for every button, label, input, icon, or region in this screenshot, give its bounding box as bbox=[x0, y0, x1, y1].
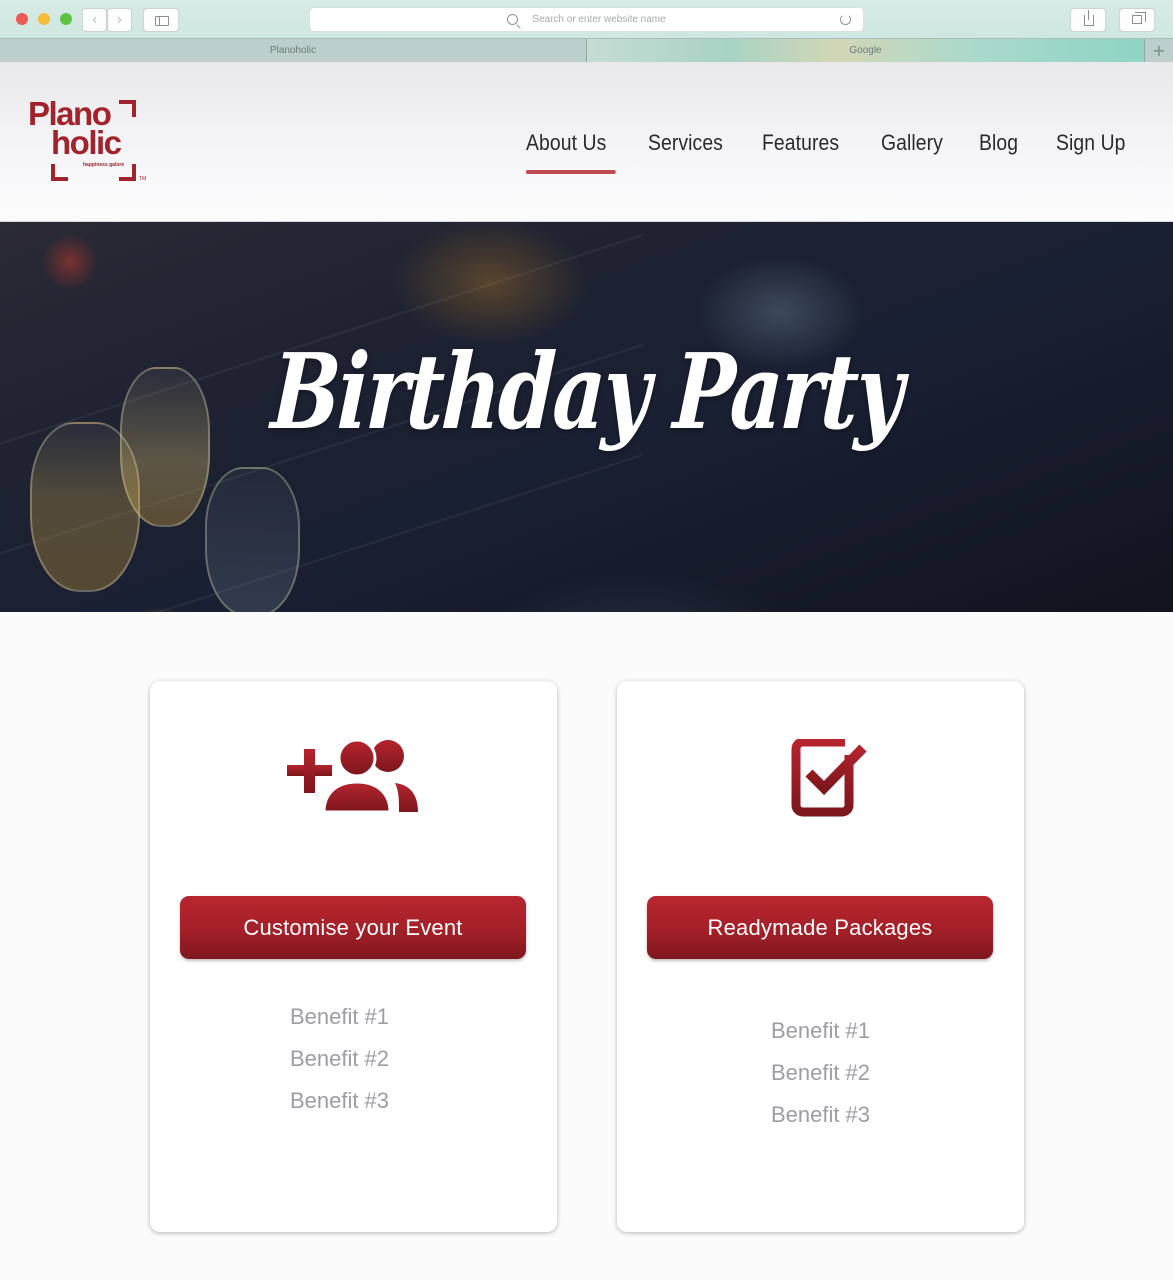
sidebar-icon bbox=[155, 16, 169, 26]
benefit-item: Benefit #1 bbox=[289, 1004, 390, 1029]
forward-button[interactable]: › bbox=[107, 8, 132, 32]
site-header: Plano holic happiness galore TM About Us… bbox=[0, 62, 1173, 222]
address-bar[interactable]: Search or enter website name bbox=[309, 7, 864, 32]
benefit-list: Benefit #1 Benefit #2 Benefit #3 bbox=[150, 996, 557, 1122]
nav-features[interactable]: Features bbox=[762, 130, 839, 156]
nav-gallery[interactable]: Gallery bbox=[881, 130, 943, 156]
window-controls bbox=[16, 13, 72, 25]
readymade-packages-card: Readymade Packages Benefit #1 Benefit #2… bbox=[617, 681, 1024, 1232]
tabs-icon bbox=[1132, 12, 1146, 24]
hero-banner: Birthday Party bbox=[0, 222, 1173, 612]
browser-toolbar: ‹ › Search or enter website name Planoho… bbox=[0, 0, 1173, 62]
nav-blog[interactable]: Blog bbox=[979, 130, 1018, 156]
sidebar-toggle-button[interactable] bbox=[143, 8, 179, 32]
add-group-icon bbox=[150, 738, 557, 819]
customise-event-button[interactable]: Customise your Event bbox=[180, 896, 526, 959]
benefit-item: Benefit #3 bbox=[289, 1088, 390, 1113]
minimize-window-button[interactable] bbox=[38, 13, 50, 25]
hero-title: Birthday Party bbox=[268, 330, 905, 453]
share-button[interactable] bbox=[1070, 8, 1106, 32]
benefit-list: Benefit #1 Benefit #2 Benefit #3 bbox=[617, 1010, 1024, 1136]
nav-services[interactable]: Services bbox=[648, 130, 723, 156]
back-button[interactable]: ‹ bbox=[82, 8, 107, 32]
tab-google[interactable]: Google bbox=[587, 39, 1144, 62]
new-tab-button[interactable]: + bbox=[1144, 39, 1173, 62]
show-tabs-button[interactable] bbox=[1119, 8, 1155, 32]
close-window-button[interactable] bbox=[16, 13, 28, 25]
benefit-item: Benefit #1 bbox=[770, 1018, 871, 1043]
main-nav: About Us Services Features Gallery Blog … bbox=[0, 130, 1173, 174]
benefit-item: Benefit #3 bbox=[770, 1102, 871, 1127]
nav-sign-up[interactable]: Sign Up bbox=[1056, 130, 1125, 156]
chevron-right-icon: › bbox=[116, 12, 123, 28]
nav-about-us[interactable]: About Us bbox=[526, 130, 617, 174]
search-icon bbox=[507, 14, 519, 25]
logo-trademark: TM bbox=[139, 176, 147, 182]
checkbox-checked-icon bbox=[617, 737, 1024, 819]
chevron-left-icon: ‹ bbox=[91, 12, 98, 28]
share-icon bbox=[1084, 10, 1094, 26]
reload-icon[interactable] bbox=[840, 14, 851, 25]
zoom-window-button[interactable] bbox=[60, 13, 72, 25]
tab-planoholic[interactable]: Planoholic bbox=[0, 39, 587, 62]
logo-bracket-top-right bbox=[119, 100, 136, 117]
tab-bar: Planoholic Google + bbox=[0, 38, 1173, 62]
readymade-packages-button[interactable]: Readymade Packages bbox=[647, 896, 993, 959]
address-placeholder: Search or enter website name bbox=[532, 14, 666, 25]
benefit-item: Benefit #2 bbox=[289, 1046, 390, 1071]
customise-event-card: Customise your Event Benefit #1 Benefit … bbox=[150, 681, 557, 1232]
benefit-item: Benefit #2 bbox=[770, 1060, 871, 1085]
champagne-glass-image bbox=[205, 467, 300, 612]
